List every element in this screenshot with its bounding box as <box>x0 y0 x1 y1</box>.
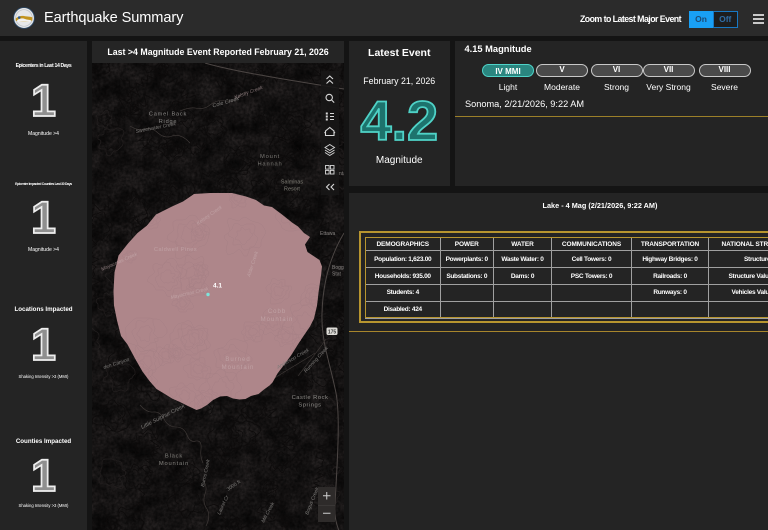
svg-text:4.1: 4.1 <box>213 282 222 289</box>
svg-text:Boggs: Boggs <box>332 265 344 271</box>
svg-text:Cobb: Cobb <box>268 309 286 315</box>
svg-text:Mountain: Mountain <box>222 365 255 371</box>
svg-text:Castle Rock: Castle Rock <box>292 395 329 401</box>
svg-text:Mountain: Mountain <box>261 317 294 323</box>
svg-text:Burned: Burned <box>225 357 250 363</box>
svg-text:Springs: Springs <box>298 402 321 408</box>
svg-text:Salminas: Salminas <box>281 179 303 185</box>
svg-text:Mountain: Mountain <box>159 461 189 467</box>
svg-text:Resort: Resort <box>284 186 300 192</box>
svg-text:Caldwell Pines: Caldwell Pines <box>154 247 197 253</box>
svg-text:Stat: Stat <box>332 271 342 277</box>
svg-text:Mount: Mount <box>260 154 280 160</box>
svg-text:Ettawa: Ettawa <box>320 231 336 237</box>
svg-text:Black: Black <box>165 453 183 459</box>
svg-text:Camel Back: Camel Back <box>149 111 187 117</box>
svg-text:175: 175 <box>328 329 337 335</box>
svg-text:Hannah: Hannah <box>257 161 282 167</box>
